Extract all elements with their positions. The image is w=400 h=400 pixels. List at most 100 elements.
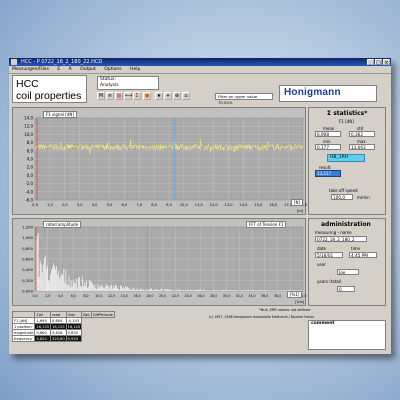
max-value: 13,663 — [349, 144, 375, 150]
x-tick-label: 6,0 — [121, 203, 127, 207]
y-tick-label: 0,800 — [22, 246, 33, 251]
x-tick-label: 16,0 — [134, 294, 141, 298]
status-value: Analysis — [100, 83, 119, 88]
zoom-button[interactable]: ⊕ — [173, 92, 181, 100]
x-tick-label: 18,0 — [146, 294, 153, 298]
y-tick-label: 0,400 — [22, 267, 33, 272]
app-title-box: HCC coil properties — [12, 75, 87, 103]
x-tick-label: 36,0 — [261, 294, 268, 298]
fft-chart: 1,200 1,000 0,800 0,600 0,400 0,200 0,000 0,0 2,… — [12, 218, 307, 306]
result-value: 13,517 — [315, 170, 341, 177]
y-tick-label: 6,0 — [27, 148, 34, 153]
x-tick-label: 5,0 — [107, 203, 113, 207]
x-unit-label: [m] — [297, 209, 304, 213]
x-tick-label: 2,0 — [62, 203, 68, 207]
y-tick-label: -6,0 — [25, 198, 33, 203]
x-tick-label: 32,0 — [236, 294, 243, 298]
menu-options[interactable]: Options — [104, 67, 121, 72]
app-icon — [11, 59, 17, 65]
channel-selector[interactable]: HB_1RH — [327, 154, 365, 162]
x-tick-label: 3,0 — [77, 203, 83, 207]
fft-chart-title: FFT of Tension F1 — [246, 221, 287, 228]
mean-value: 6,908 — [315, 131, 341, 137]
x-tick-label: 22,0 — [172, 294, 179, 298]
x-tick-label: 0,0 — [32, 294, 37, 298]
signal-chart-svg: 14,012,010,08,06,04,02,00,0-2,0-4,0-6,00… — [24, 116, 307, 214]
x-tick-label: 7,0 — [136, 203, 142, 207]
date-label: date — [317, 246, 327, 251]
signal-chart-unit: [N] — [291, 199, 304, 206]
y-tick-label: 2,0 — [27, 165, 34, 170]
menu-help[interactable]: Help — [130, 67, 140, 72]
x-tick-label: 30,0 — [223, 294, 230, 298]
table-row-label: frequency — [11, 335, 36, 342]
minimize-button[interactable]: _ — [367, 59, 374, 66]
close-button[interactable]: × — [383, 59, 390, 66]
x-tick-label: 10,0 — [95, 294, 102, 298]
honigmann-logo: Honigmann — [279, 85, 377, 102]
speed-label: take off speed — [329, 188, 358, 193]
x-tick-label: 4,0 — [92, 203, 98, 207]
fft-chart-label: rated amplitude — [43, 221, 82, 228]
signal-chart-label: F1 signal [dN] — [43, 111, 77, 118]
range-button[interactable]: ⟷ — [124, 92, 132, 100]
window-title: HCC - P 0722_18_2_180_22.HCD — [21, 59, 103, 65]
app-window: HCC - P 0722_18_2_180_22.HCD _ □ × Messu… — [9, 58, 391, 354]
y-tick-label: -2,0 — [25, 181, 33, 186]
administration-title: administration — [321, 221, 371, 228]
x-tick-label: 8,0 — [151, 203, 157, 207]
signal-button[interactable]: ≋ — [106, 92, 114, 100]
table-row: frequency 0,820 320,60 0,920 — [11, 335, 115, 342]
years-field[interactable]: 0 — [337, 286, 355, 292]
measuring-name-field[interactable]: 0722_18_2_180_2 — [315, 236, 367, 242]
time-label: time — [351, 246, 361, 251]
menu-e[interactable]: E — [57, 67, 60, 72]
record-button[interactable]: ● — [143, 92, 151, 100]
x-tick-label: 9,0 — [166, 203, 172, 207]
add-button[interactable]: + — [164, 92, 172, 100]
x-tick-label: 13,0 — [225, 203, 234, 207]
menu-a[interactable]: A — [69, 67, 72, 72]
home-button[interactable]: ⌂ — [182, 92, 190, 100]
user-label: user — [317, 262, 326, 267]
statistics-panel: Σ statistics* F1 [dN] mean std 6,908 0,3… — [308, 107, 386, 215]
y-tick-label: -4,0 — [25, 189, 33, 194]
menu-files[interactable]: Messungen/Files — [12, 67, 49, 72]
y-tick-label: 1,000 — [22, 235, 33, 240]
x-tick-label: 10,0 — [180, 203, 189, 207]
x-tick-label: 14,0 — [239, 203, 248, 207]
y-tick-label: 12,0 — [24, 124, 33, 129]
fft-chart-corner: [%1] — [287, 291, 303, 298]
x-tick-label: 6,0 — [71, 294, 76, 298]
table-cell: 0,920 — [65, 335, 83, 342]
x-tick-label: 15,0 — [254, 203, 263, 207]
title-bar: HCC - P 0722_18_2_180_22.HCD _ □ × — [9, 58, 391, 66]
maximize-button[interactable]: □ — [375, 59, 382, 66]
table-cell: 320,60 — [50, 335, 67, 342]
app-title-line2: coil properties — [16, 90, 82, 102]
star-button[interactable]: ★ — [155, 92, 163, 100]
fft-chart-svg: 1,200 1,000 0,800 0,600 0,400 0,200 0,0000,0 2,… — [22, 225, 306, 305]
x-tick-label: 38,0 — [274, 294, 281, 298]
comment-label: comment — [311, 321, 335, 326]
footnote: *Null, ERR values not defined — [259, 308, 311, 312]
table-header: Ber. — [81, 311, 93, 318]
menu-output[interactable]: Output — [80, 67, 96, 72]
speed-input[interactable]: 100,0 — [331, 194, 353, 200]
x-tick-label: 14,0 — [121, 294, 128, 298]
date-field[interactable]: 5/18/01 — [315, 252, 343, 258]
copyright: (c) 1997, 1998 Honigmann Industrielle El… — [209, 315, 315, 319]
measuring-name-label: measuring - name — [315, 230, 352, 235]
comment-box[interactable]: comment — [308, 320, 386, 350]
min-value: 0,177 — [315, 144, 341, 150]
sigma-button[interactable]: Σ — [133, 92, 141, 100]
measure-button[interactable]: M — [97, 92, 105, 100]
time-field[interactable]: 4:45 PM — [349, 252, 377, 258]
x-tick-label: 16,0 — [269, 203, 278, 207]
filter-box: Filter on upper value 70,00% — [215, 93, 273, 105]
bars-button[interactable]: ▥ — [115, 92, 123, 100]
y-tick-label: 10,0 — [24, 132, 33, 137]
user-field[interactable]: Joe — [337, 269, 359, 275]
x-tick-label: 2,0 — [45, 294, 50, 298]
x-tick-label: 34,0 — [248, 294, 255, 298]
